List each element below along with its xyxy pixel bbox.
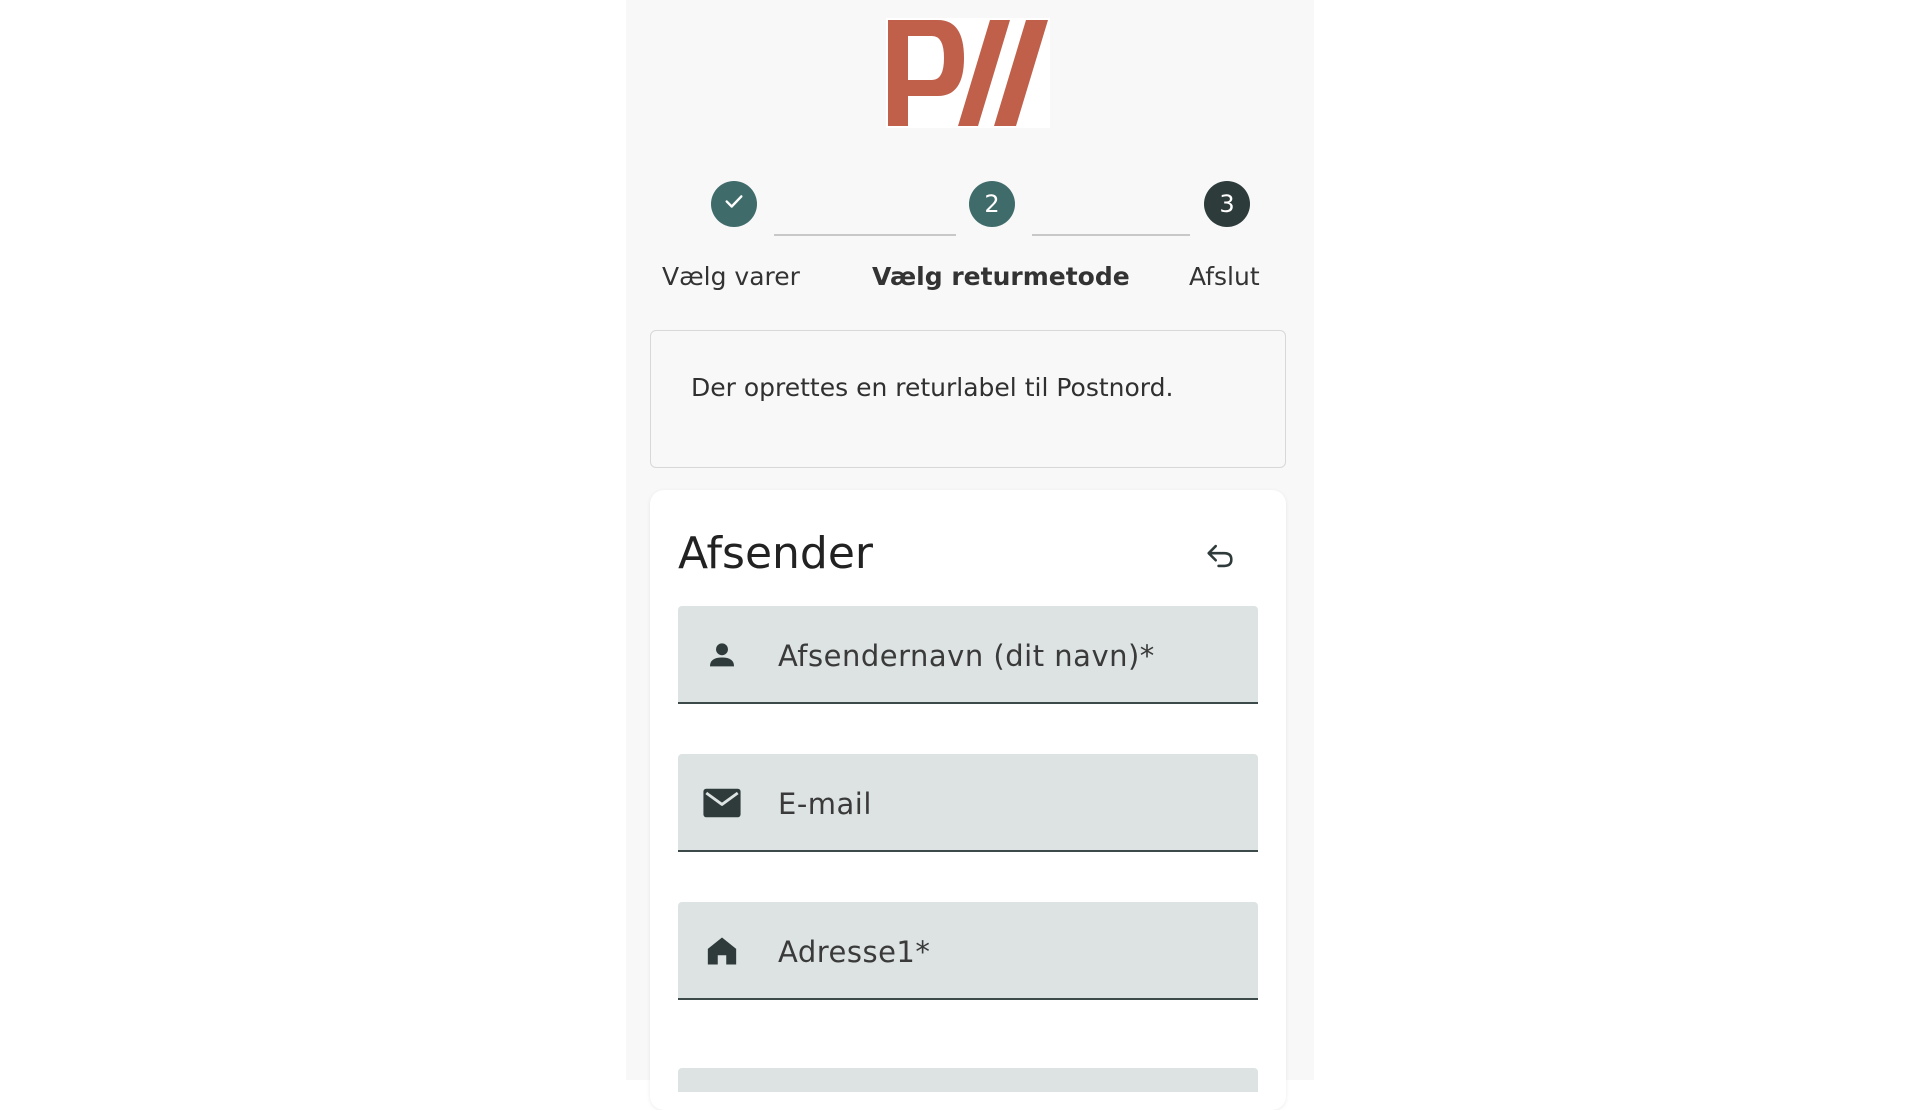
- sender-card-title: Afsender: [678, 528, 873, 579]
- step-3-circle[interactable]: 3: [1204, 181, 1250, 227]
- home-icon: [702, 931, 742, 971]
- step-connector-1: [774, 234, 956, 236]
- undo-icon: [1203, 539, 1237, 577]
- brand-logo: [886, 18, 1050, 128]
- address1-label: Adresse1*: [778, 935, 931, 969]
- check-icon: [723, 190, 745, 218]
- step-2-circle[interactable]: 2: [969, 181, 1015, 227]
- step-1-label[interactable]: Vælg varer: [662, 262, 800, 291]
- sender-name-label: Afsendernavn (dit navn)*: [778, 639, 1155, 673]
- email-label: E-mail: [778, 787, 872, 821]
- step-connector-2: [1032, 234, 1190, 236]
- sender-card: Afsender Afsendernavn (dit navn)* E-mail: [650, 490, 1286, 1110]
- return-label-info-box: Der oprettes en returlabel til Postnord.: [650, 330, 1286, 468]
- reset-sender-button[interactable]: [1196, 534, 1244, 582]
- return-label-info-text: Der oprettes en returlabel til Postnord.: [691, 373, 1174, 402]
- step-1-circle[interactable]: [711, 181, 757, 227]
- step-2-number: 2: [984, 190, 1000, 218]
- next-field-partial[interactable]: [678, 1068, 1258, 1092]
- mail-icon: [702, 783, 742, 823]
- step-2-label[interactable]: Vælg returmetode: [872, 262, 1130, 291]
- email-field[interactable]: E-mail: [678, 754, 1258, 852]
- sender-name-field[interactable]: Afsendernavn (dit navn)*: [678, 606, 1258, 704]
- step-3-label[interactable]: Afslut: [1189, 262, 1260, 291]
- person-icon: [702, 635, 742, 675]
- step-3-number: 3: [1219, 190, 1235, 218]
- address1-field[interactable]: Adresse1*: [678, 902, 1258, 1000]
